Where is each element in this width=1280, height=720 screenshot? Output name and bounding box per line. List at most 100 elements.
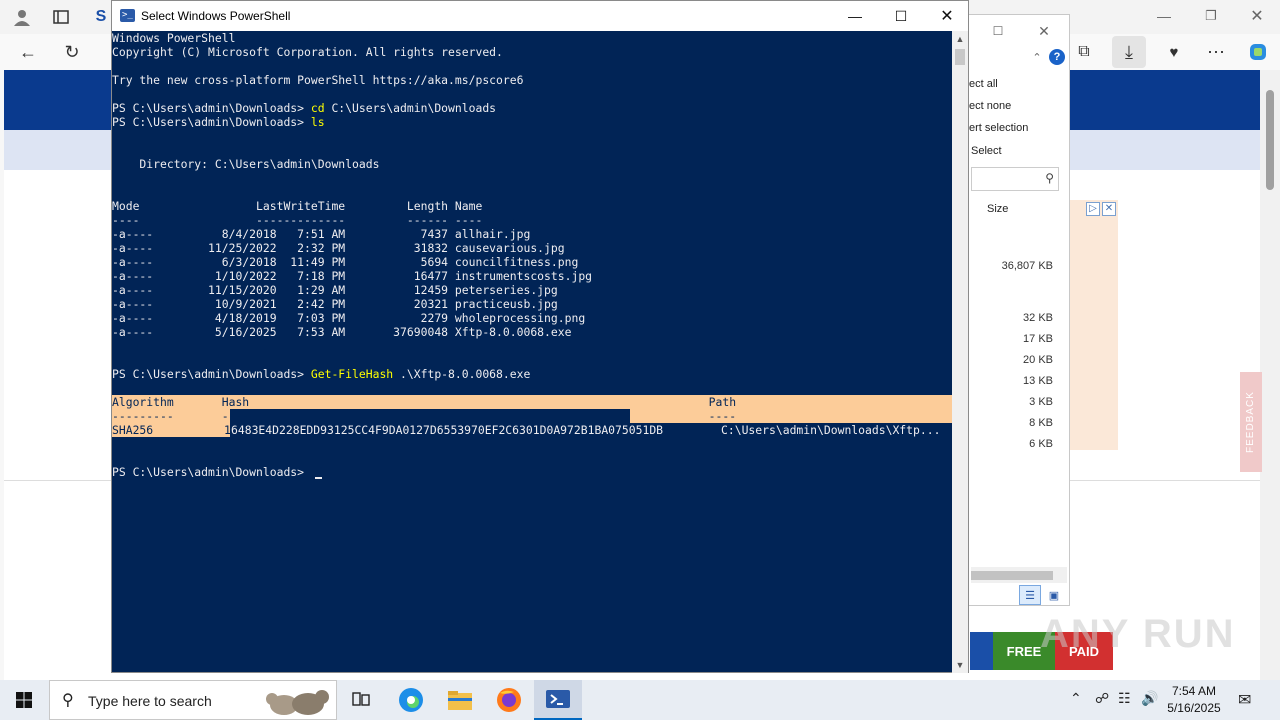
powershell-icon: >_ (120, 9, 135, 22)
console-text: Copyright (C) Microsoft Corporation. All… (112, 45, 503, 59)
collapse-ribbon-icon[interactable]: ⌃ (1029, 49, 1045, 65)
downloads-icon[interactable]: ⤓ (1112, 36, 1146, 68)
console-text: -a---- 11/25/2022 2:32 PM 31832 causevar… (112, 241, 565, 255)
explorer-search-box[interactable]: ⚲ (971, 167, 1059, 191)
powershell-titlebar[interactable]: >_ Select Windows PowerShell — ☐ ✕ (112, 1, 968, 31)
console-text: PS C:\Users\admin\Downloads> (112, 465, 305, 479)
console-line: Directory: C:\Users\admin\Downloads (112, 157, 379, 171)
file-size: 36,807 KB (1001, 260, 1053, 272)
console-output[interactable]: Algorithm Hash Path --------- ---- ---- … (112, 31, 952, 673)
task-view-icon[interactable] (337, 680, 385, 720)
feedback-tab[interactable]: FEEDBACK (1240, 372, 1262, 472)
file-size: 17 KB (1023, 333, 1053, 345)
firefox-icon[interactable] (485, 680, 533, 720)
menu-select-none[interactable]: ect none (969, 100, 1011, 112)
maximize-button[interactable]: ☐ (878, 1, 924, 31)
console-line: -a---- 5/16/2025 7:53 AM 37690048 Xftp-8… (112, 325, 571, 339)
console-text: -a---- 5/16/2025 7:53 AM 37690048 Xftp-8… (112, 325, 572, 339)
promo-blue-button[interactable] (970, 632, 993, 670)
hash-algorithm: SHA256 (112, 423, 154, 437)
tab-actions-icon[interactable] (48, 4, 74, 30)
clock-time: 7:54 AM (1171, 684, 1217, 698)
help-icon[interactable]: ? (1049, 49, 1065, 65)
ad-banner[interactable]: ▷ ✕ (1062, 200, 1118, 450)
clock-date: 5/16/2025 (1167, 701, 1221, 715)
menu-invert-selection[interactable]: ert selection (969, 122, 1028, 134)
file-explorer-window: ☐ ✕ ⌃ ? ect all ect none ert selection S… (966, 14, 1070, 606)
search-icon: ⚲ (62, 692, 74, 709)
minimize-button[interactable]: — (832, 1, 878, 31)
console-text: -a---- 8/4/2018 7:51 AM 7437 allhair.jpg (112, 227, 531, 241)
minimize-icon[interactable]: — (1150, 4, 1178, 28)
console-line: Copyright (C) Microsoft Corporation. All… (112, 45, 503, 59)
ad-close-icon[interactable]: ✕ (1102, 202, 1116, 216)
console-args: .\Xftp-8.0.0068.exe (393, 367, 531, 381)
search-highlight-image (264, 685, 330, 717)
console-prompt: PS C:\Users\admin\Downloads> (112, 367, 311, 381)
clock[interactable]: 7:54 AM 5/16/2025 (1160, 683, 1228, 717)
copilot-icon[interactable] (1244, 40, 1272, 64)
show-hidden-icons-icon[interactable]: ⌃ (1070, 690, 1082, 707)
console-text: -a---- 11/15/2020 1:29 AM 12459 peterser… (112, 283, 558, 297)
hash-path: C:\Users\admin\Downloads\Xftp... (721, 423, 941, 437)
scroll-up-icon[interactable]: ▲ (952, 31, 968, 47)
console-scrollbar[interactable]: ▲ ▼ (952, 31, 968, 673)
explorer-close-icon[interactable]: ✕ (1033, 21, 1055, 41)
anyrun-watermark: ANY RUN (1040, 612, 1236, 656)
large-icons-view-icon[interactable]: ▣ (1043, 585, 1065, 605)
console-line: PS C:\Users\admin\Downloads> cd C:\Users… (112, 101, 496, 115)
console-line: -a---- 1/10/2022 7:18 PM 16477 instrumen… (112, 269, 592, 283)
close-button[interactable]: ✕ (924, 1, 970, 31)
network-icon[interactable]: ☍ (1095, 690, 1109, 707)
powershell-window: >_ Select Windows PowerShell — ☐ ✕ Algor… (111, 0, 969, 673)
console-line: PS C:\Users\admin\Downloads> ls (112, 115, 325, 129)
ad-info-icon[interactable]: ▷ (1086, 202, 1100, 216)
more-icon[interactable]: ⋯ (1202, 40, 1230, 64)
file-size: 6 KB (1029, 438, 1053, 450)
console-text: -a---- 4/18/2019 7:03 PM 2279 wholeproce… (112, 311, 586, 325)
console-line: PS C:\Users\admin\Downloads> (112, 465, 304, 479)
page-scrollbar[interactable] (1260, 70, 1280, 680)
hash-table-header: Algorithm Hash Path (112, 395, 737, 409)
column-size-header[interactable]: Size (987, 203, 1008, 215)
console-line: Try the new cross-platform PowerShell ht… (112, 73, 523, 87)
windows-logo-icon (16, 692, 32, 708)
maximize-icon[interactable]: ☐ (987, 21, 1009, 41)
notifications-icon[interactable]: ✉ (1238, 690, 1251, 710)
refresh-icon[interactable]: ↻ (58, 40, 86, 64)
restore-icon[interactable]: ❐ (1197, 4, 1225, 28)
profile-icon[interactable] (8, 4, 36, 30)
hash-table-dashes: --------- ---- ---- (112, 409, 737, 423)
details-view-icon[interactable]: ☰ (1019, 585, 1041, 605)
tab-favicon-icon[interactable]: S (92, 6, 110, 28)
console-line: -a---- 10/9/2021 2:42 PM 20321 practiceu… (112, 297, 558, 311)
console-text: Try the new cross-platform PowerShell ht… (112, 73, 524, 87)
file-size: 20 KB (1023, 354, 1053, 366)
console-command: Get-FileHash (310, 367, 394, 381)
console-line: -a---- 6/3/2018 11:49 PM 5694 councilfit… (112, 255, 578, 269)
menu-select-all[interactable]: ect all (969, 78, 998, 90)
select-group-label: Select (971, 145, 1002, 157)
window-title: Select Windows PowerShell (141, 9, 291, 23)
ethernet-icon[interactable]: ☷ (1118, 690, 1131, 707)
console-line: -a---- 11/15/2020 1:29 AM 12459 peterser… (112, 283, 558, 297)
start-button[interactable] (0, 680, 48, 720)
console-line: -a---- 11/25/2022 2:32 PM 31832 causevar… (112, 241, 565, 255)
powershell-taskbar-icon[interactable] (534, 680, 582, 720)
console-text: ---- ------------- ------ ---- (112, 213, 483, 227)
console-line: PS C:\Users\admin\Downloads> Get-FileHas… (112, 367, 530, 381)
file-size: 32 KB (1023, 312, 1053, 324)
console-line: Windows PowerShell (112, 31, 235, 45)
volume-icon[interactable]: 🔊 (1141, 690, 1158, 707)
close-icon[interactable]: ✕ (1243, 4, 1271, 28)
file-explorer-icon[interactable] (436, 680, 484, 720)
collections-icon[interactable]: ⧉ (1070, 40, 1098, 64)
browser-essentials-icon[interactable]: ♥ (1160, 40, 1188, 64)
scroll-down-icon[interactable]: ▼ (952, 657, 968, 673)
console-args: C:\Users\admin\Downloads (324, 101, 497, 115)
edge-icon[interactable] (387, 680, 435, 720)
search-icon: ⚲ (1045, 171, 1054, 185)
taskbar-search-box[interactable]: ⚲ Type here to search (49, 680, 337, 720)
explorer-hscrollbar[interactable] (971, 567, 1067, 583)
back-icon[interactable]: ← (14, 40, 42, 64)
